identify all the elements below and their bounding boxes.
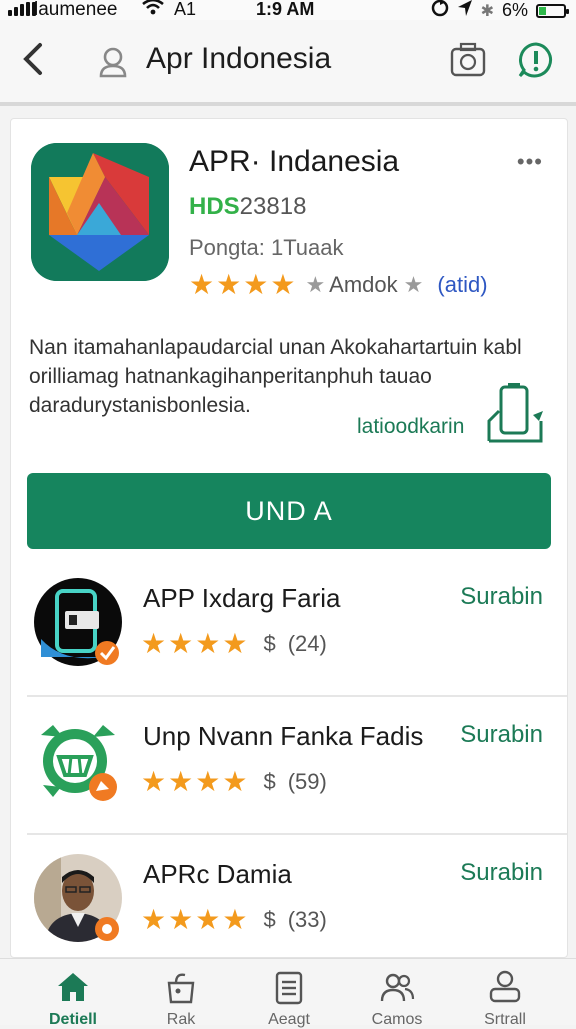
star-icon: ★ xyxy=(168,904,194,935)
app-rating: ★ ★ ★ ★ ★ Amdok ★ (atid) xyxy=(189,271,488,299)
star-icon: ★ xyxy=(222,766,248,797)
star-icon: ★ xyxy=(195,628,221,659)
price-label: $ xyxy=(263,630,276,656)
list-item-title: Unp Nvann Fanka Fadis xyxy=(143,721,424,751)
rating-text: Amdok xyxy=(329,272,398,297)
list-item[interactable]: APRc Damia Surabin ★ ★ ★ ★ $ (33) xyxy=(11,837,567,959)
app-id-number: 23818 xyxy=(239,193,307,220)
star-icon: ★ xyxy=(243,269,269,300)
user-icon xyxy=(489,970,521,1003)
app-id-prefix: HDS xyxy=(189,193,240,220)
status-bar: laumenee A1 1:9 AM ✱ 6% xyxy=(0,0,576,20)
nav-label: Aeagt xyxy=(268,1011,310,1028)
sync-icon xyxy=(431,0,449,22)
list-item-action[interactable]: Surabin xyxy=(460,721,543,749)
price-label: $ xyxy=(263,906,276,932)
app-name: APR· Indanesia xyxy=(189,145,400,178)
nav-label: Detiell xyxy=(48,1011,97,1028)
list-item-title: APP Ixdarg Faria xyxy=(143,583,341,613)
phone-app-icon xyxy=(34,578,122,666)
star-outline-icon: ★ xyxy=(403,272,424,297)
star-icon: ★ xyxy=(195,766,221,797)
list-item-rating: ★ ★ ★ ★ $ (59) xyxy=(141,765,327,798)
review-count: (33) xyxy=(287,906,327,932)
app-detail-card: APR· Indanesia ••• HDS23818 Pongta: 1Tua… xyxy=(10,118,568,958)
app-meta: Pongta: 1Tuaak xyxy=(189,235,344,260)
camera-icon[interactable] xyxy=(450,42,486,78)
basket-app-icon xyxy=(41,725,117,801)
list-item-action[interactable]: Surabin xyxy=(460,859,543,887)
bag-icon xyxy=(167,973,195,1004)
nav-label: Srtrall xyxy=(484,1011,526,1028)
phone-install-icon[interactable] xyxy=(485,381,551,443)
app-id: HDS23818 xyxy=(189,193,306,221)
install-button[interactable]: UND A xyxy=(27,473,551,549)
carrier-name: laumenee xyxy=(34,0,118,20)
back-icon[interactable] xyxy=(20,40,46,85)
alert-icon[interactable] xyxy=(518,42,554,78)
nav-label: Rak xyxy=(166,1011,196,1028)
people-icon xyxy=(380,973,415,1002)
nav-bag[interactable]: Rak xyxy=(126,959,236,1028)
app-description: Nan itamahanlapaudarcial unan Akokaharta… xyxy=(29,336,522,417)
page-title: Apr Indonesia xyxy=(146,42,332,75)
star-icon: ★ xyxy=(270,269,296,300)
rated-link[interactable]: (atid) xyxy=(437,272,487,298)
star-icon: ★ xyxy=(195,904,221,935)
divider xyxy=(27,833,567,835)
price-label: $ xyxy=(263,768,276,794)
star-icon: ★ xyxy=(168,766,194,797)
nav-label: Camos xyxy=(371,1011,423,1028)
location-icon xyxy=(457,0,473,22)
more-options-icon[interactable]: ••• xyxy=(517,149,543,175)
star-icon: ★ xyxy=(222,904,248,935)
star-icon: ★ xyxy=(141,628,167,659)
profile-icon[interactable] xyxy=(98,46,128,78)
signal-icon xyxy=(8,2,36,16)
star-icon: ★ xyxy=(141,766,167,797)
person-avatar xyxy=(34,854,122,942)
list-item-rating: ★ ★ ★ ★ $ (33) xyxy=(141,903,327,936)
app-logo xyxy=(31,143,169,281)
star-icon: ★ xyxy=(222,628,248,659)
review-count: (24) xyxy=(287,630,327,656)
network-label: A1 xyxy=(174,0,197,19)
star-icon: ★ xyxy=(189,269,215,300)
divider xyxy=(27,695,567,697)
battery-percent: 6% xyxy=(501,0,528,20)
nav-user[interactable]: Srtrall xyxy=(450,959,560,1028)
list-item-action[interactable]: Surabin xyxy=(460,583,543,611)
nav-list[interactable]: Aeagt xyxy=(234,959,344,1028)
review-count: (59) xyxy=(287,768,327,794)
star-icon: ★ xyxy=(168,628,194,659)
nav-people[interactable]: Camos xyxy=(342,959,452,1028)
star-outline-icon: ★ xyxy=(305,272,326,297)
list-item-rating: ★ ★ ★ ★ $ (24) xyxy=(141,627,327,660)
wifi-icon xyxy=(142,0,164,21)
list-item[interactable]: Unp Nvann Fanka Fadis Surabin ★ ★ ★ ★ $ (59… xyxy=(11,699,567,835)
home-icon xyxy=(58,973,88,1001)
star-icon: ★ xyxy=(141,904,167,935)
clock: 1:9 AM xyxy=(256,0,315,19)
nav-home[interactable]: Detiell xyxy=(18,959,128,1028)
list-item-title: APRc Damia xyxy=(143,859,292,889)
star-icon: ★ xyxy=(216,269,242,300)
description-link[interactable]: latioodkarin xyxy=(357,415,464,439)
list-icon xyxy=(275,971,303,1005)
list-item[interactable]: APP Ixdarg Faria Surabin ★ ★ ★ ★ $ (24) xyxy=(11,561,567,697)
app-bar: Apr Indonesia xyxy=(0,20,576,106)
battery-icon xyxy=(536,3,569,18)
bottom-navigation: Detiell Rak Aeagt Camos Srtrall xyxy=(0,958,576,1028)
bluetooth-icon: ✱ xyxy=(480,2,494,20)
